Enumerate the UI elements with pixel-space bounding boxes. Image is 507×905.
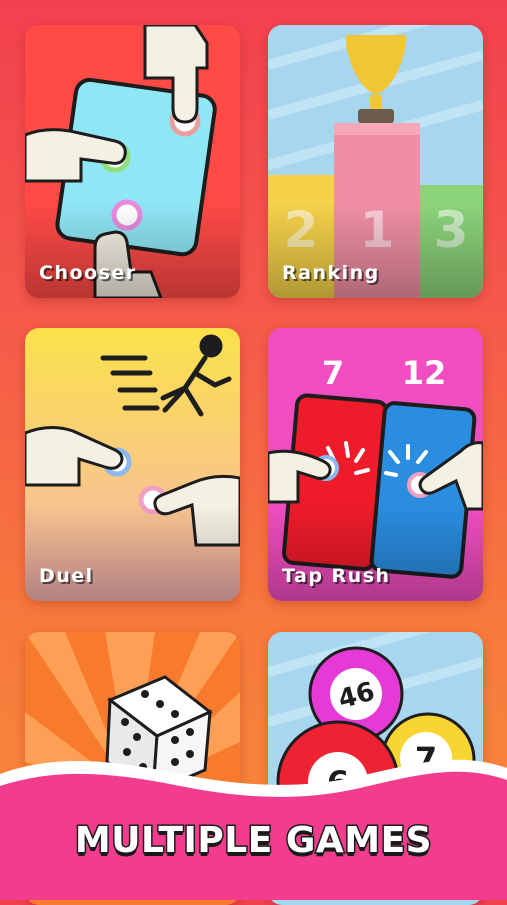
game-label-taprush: Tap Rush: [282, 565, 391, 587]
score-right: 12: [402, 354, 447, 392]
game-label-duel: Duel: [39, 565, 94, 587]
game-label-chooser: Chooser: [39, 262, 137, 284]
game-card-ranking[interactable]: 2 1 3 Ranking: [268, 25, 483, 298]
banner-title: MULTIPLE GAMES: [73, 819, 433, 863]
game-card-taprush[interactable]: 7 12 Tap Rush: [268, 328, 483, 601]
game-card-duel[interactable]: Duel: [25, 328, 240, 601]
game-card-chooser[interactable]: Chooser: [25, 25, 240, 298]
score-left: 7: [322, 354, 344, 392]
game-label-ranking: Ranking: [282, 262, 380, 284]
